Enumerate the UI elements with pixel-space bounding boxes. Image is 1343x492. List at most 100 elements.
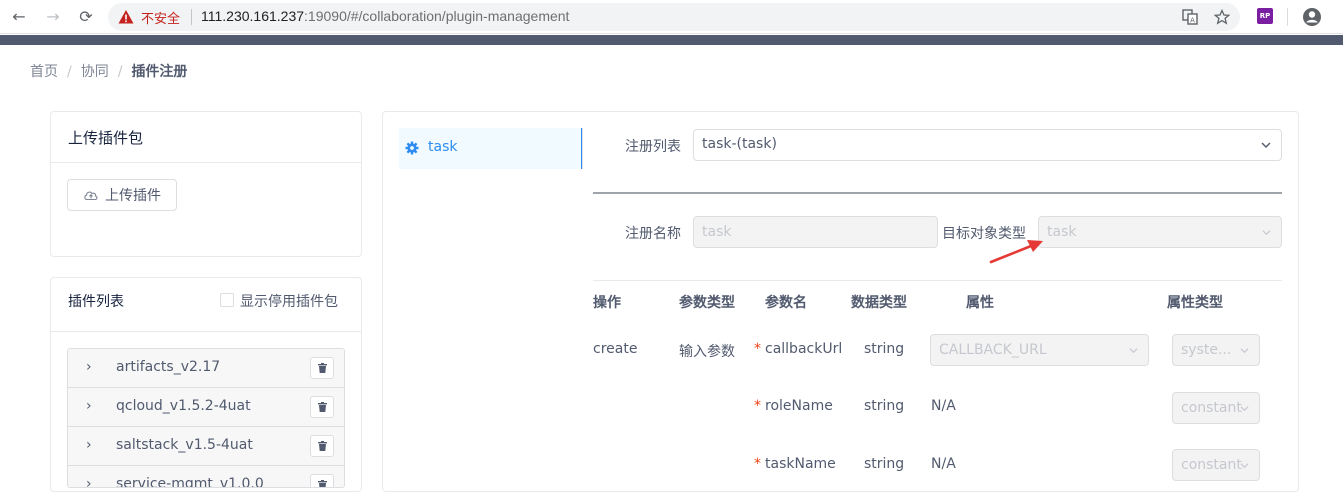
delete-plugin-button[interactable] [310, 396, 334, 418]
breadcrumb-separator: / [117, 64, 123, 80]
breadcrumb-current: 插件注册 [131, 64, 188, 80]
upload-plugin-button[interactable]: 上传插件 [67, 179, 177, 211]
cloud-upload-icon [84, 191, 98, 201]
chevron-down-icon [1262, 230, 1271, 236]
trash-icon [317, 402, 327, 412]
register-list-select[interactable]: task-(task) [693, 129, 1282, 161]
breadcrumb-separator: / [67, 64, 72, 80]
extension-icon[interactable]: RP [1257, 8, 1273, 24]
row-param-type: 输入参数 [679, 344, 735, 360]
delete-plugin-button[interactable] [310, 474, 334, 487]
section-divider [593, 280, 1282, 281]
card-divider [51, 162, 361, 163]
attribute-type-value: constant [1181, 400, 1242, 416]
target-type-select[interactable]: task [1038, 216, 1282, 248]
url-path: :19090/#/collaboration/plugin-management [304, 8, 570, 24]
bookmark-star-icon[interactable] [1214, 9, 1230, 25]
chevron-right-icon[interactable]: › [86, 359, 92, 375]
url-host: 111.230.161.237 [201, 8, 305, 24]
register-name-value: task [702, 224, 732, 240]
chevron-right-icon[interactable]: › [86, 398, 92, 414]
row-operation: create [593, 341, 638, 357]
attribute-type-value: constant [1181, 457, 1242, 473]
attribute-type-select[interactable]: syste... [1172, 334, 1260, 366]
side-menu-item-label: task [428, 139, 458, 155]
register-name-label: 注册名称 [625, 226, 681, 242]
row-attribute: N/A [931, 456, 956, 472]
row-data-type: string [864, 341, 905, 357]
plugin-name: artifacts_v2.17 [116, 359, 221, 375]
register-list-value: task-(task) [702, 136, 777, 152]
chevron-right-icon[interactable]: › [86, 437, 92, 453]
back-arrow-icon[interactable]: ← [9, 7, 29, 27]
trash-icon [317, 441, 327, 451]
breadcrumb: 首页 / 协同 / 插件注册 [30, 61, 187, 81]
attribute-type-select[interactable]: constant [1172, 449, 1260, 481]
target-type-value: task [1047, 224, 1077, 240]
attribute-type-value: syste... [1181, 342, 1232, 358]
param-name-text: roleName [765, 398, 833, 414]
row-data-type: string [864, 398, 905, 414]
chevron-down-icon [1240, 463, 1249, 469]
breadcrumb-home[interactable]: 首页 [30, 64, 58, 80]
profile-icon[interactable] [1302, 7, 1322, 27]
register-name-input[interactable]: task [693, 216, 938, 248]
translate-icon[interactable]: A [1182, 9, 1198, 25]
row-data-type: string [864, 456, 905, 472]
upload-plugin-label: 上传插件 [105, 188, 161, 204]
required-marker: * [754, 341, 761, 357]
chevron-right-icon[interactable]: › [86, 476, 92, 487]
chevron-down-icon [1240, 348, 1249, 354]
register-list-label: 注册列表 [625, 139, 681, 155]
header-operation: 操作 [593, 295, 621, 311]
annotation-arrow-icon [989, 240, 1043, 264]
plugin-name: saltstack_v1.5-4uat [116, 437, 253, 453]
chevron-down-icon [1261, 142, 1271, 148]
header-attribute-type: 属性类型 [1167, 295, 1223, 311]
address-bar[interactable]: 不安全 111.230.161.237:19090/#/collaboratio… [108, 3, 1240, 31]
attribute-type-select[interactable]: constant [1172, 392, 1260, 424]
svg-text:A: A [1190, 17, 1195, 25]
list-item[interactable]: › saltstack_v1.5-4uat [68, 427, 344, 466]
row-param-name: * taskName [754, 456, 836, 472]
delete-plugin-button[interactable] [310, 435, 334, 457]
list-item[interactable]: › artifacts_v2.17 [68, 349, 344, 388]
toolbar-separator [1287, 8, 1288, 26]
url-text[interactable]: 111.230.161.237:19090/#/collaboration/pl… [201, 8, 569, 24]
upload-card-title: 上传插件包 [68, 129, 144, 147]
header-data-type: 数据类型 [851, 295, 907, 311]
row-param-name: * callbackUrl [754, 341, 842, 357]
required-marker: * [754, 456, 761, 472]
list-item[interactable]: › qcloud_v1.5.2-4uat [68, 388, 344, 427]
upload-plugin-card: 上传插件包 上传插件 [50, 111, 362, 257]
plugin-name: qcloud_v1.5.2-4uat [116, 398, 251, 414]
omnibox-separator [191, 9, 192, 25]
insecure-label[interactable]: 不安全 [141, 8, 180, 27]
attribute-select[interactable]: CALLBACK_URL [930, 334, 1149, 366]
menu-rail [582, 128, 583, 169]
header-param-type: 参数类型 [679, 295, 735, 311]
row-attribute: N/A [931, 398, 956, 414]
param-name-text: taskName [765, 456, 836, 472]
trash-icon [317, 480, 327, 487]
forward-arrow-icon[interactable]: → [43, 7, 63, 27]
list-item[interactable]: › service-mgmt_v1.0.0 [68, 466, 344, 487]
attribute-value: CALLBACK_URL [939, 342, 1047, 358]
show-disabled-label[interactable]: 显示停用插件包 [240, 291, 338, 311]
chevron-down-icon [1129, 348, 1138, 354]
gear-icon [405, 141, 419, 155]
plugin-collapse-list: › artifacts_v2.17 › qcloud_v1.5.2-4uat ›… [67, 348, 345, 488]
show-disabled-checkbox[interactable] [220, 293, 234, 307]
delete-plugin-button[interactable] [310, 357, 334, 379]
header-attribute: 属性 [966, 295, 994, 311]
app-header-bar [0, 35, 1343, 45]
row-param-name: * roleName [754, 398, 833, 414]
card-divider [51, 331, 361, 332]
chevron-down-icon [1240, 406, 1249, 412]
section-divider [593, 192, 1282, 194]
reload-icon[interactable]: ⟳ [76, 7, 96, 27]
breadcrumb-collaboration[interactable]: 协同 [81, 64, 109, 80]
required-marker: * [754, 398, 761, 414]
side-menu-item-task[interactable]: task [399, 128, 583, 169]
plugin-list-title: 插件列表 [68, 294, 124, 310]
